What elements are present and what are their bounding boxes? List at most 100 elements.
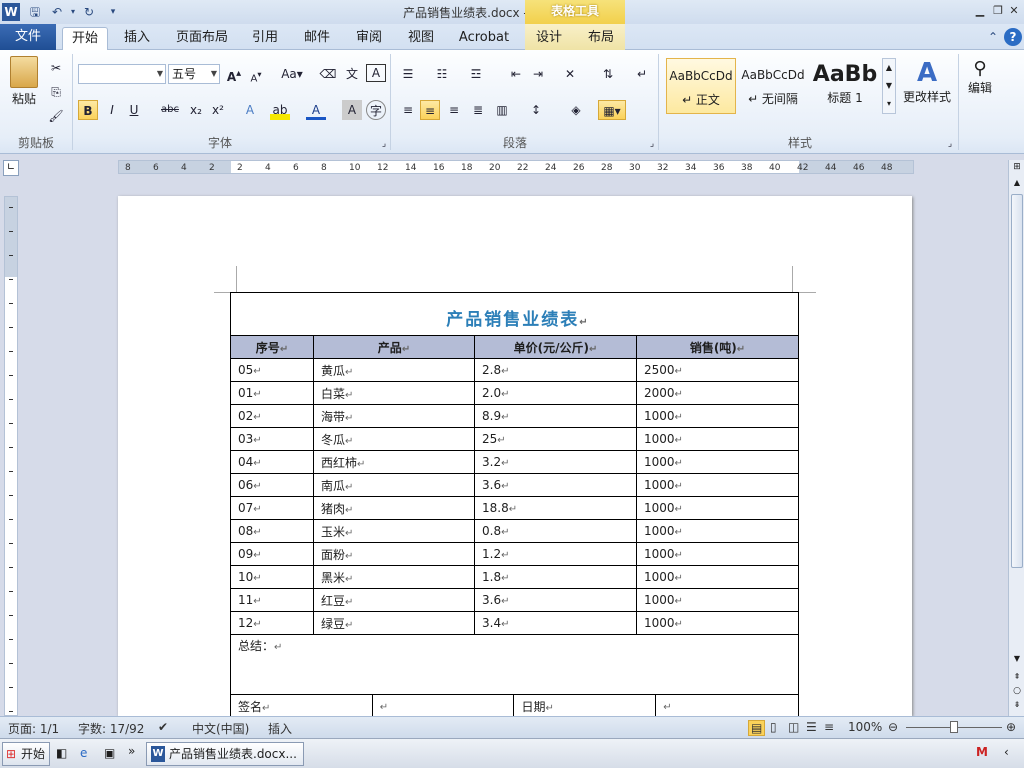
prev-page-icon[interactable]: ⇞ [1010, 672, 1024, 681]
cell-unit-price[interactable]: 3.6↵ [474, 473, 637, 497]
tab-insert[interactable]: 插入 [116, 27, 158, 50]
increase-indent-icon[interactable]: ⇥ [528, 64, 548, 84]
tab-design[interactable]: 设计 [528, 27, 570, 50]
style-normal[interactable]: AaBbCcDd ↵ 正文 [666, 58, 736, 114]
cell-sales[interactable]: 1000↵ [636, 427, 799, 451]
cell-product[interactable]: 面粉↵ [313, 542, 475, 566]
zoom-level[interactable]: 100% [848, 720, 882, 734]
cell-product[interactable]: 猪肉↵ [313, 496, 475, 520]
cell-id[interactable]: 01↵ [230, 381, 314, 405]
font-dialog-launcher-icon[interactable]: ⌟ [374, 134, 394, 154]
style-no-spacing[interactable]: AaBbCcDd ↵ 无间隔 [738, 58, 808, 114]
distribute-icon[interactable]: ▥ [492, 100, 512, 120]
tray-app-icon[interactable]: M [976, 745, 988, 759]
cell-id[interactable]: 11↵ [230, 588, 314, 612]
bullets-icon[interactable]: ☰ [398, 64, 418, 84]
phonetic-guide-icon[interactable]: 文 [342, 64, 362, 84]
change-styles-button[interactable]: A 更改样式 [900, 58, 954, 105]
proofing-icon[interactable]: ✔ [158, 720, 168, 734]
tab-selector[interactable]: ∟ [3, 160, 19, 176]
shading-icon[interactable]: ◈ [566, 100, 586, 120]
tab-layout[interactable]: 布局 [580, 27, 622, 50]
cell-unit-price[interactable]: 0.8↵ [474, 519, 637, 543]
cell-sales[interactable]: 1000↵ [636, 496, 799, 520]
cell-sales[interactable]: 1000↵ [636, 473, 799, 497]
decrease-indent-icon[interactable]: ⇤ [506, 64, 526, 84]
cell-id[interactable]: 03↵ [230, 427, 314, 451]
justify-icon[interactable]: ≣ [468, 100, 488, 120]
subscript-button[interactable]: x₂ [186, 100, 206, 120]
cell-unit-price[interactable]: 2.8↵ [474, 358, 637, 382]
table-title-cell[interactable]: 产品销售业绩表↵ [230, 292, 799, 336]
paragraph-dialog-launcher-icon[interactable]: ⌟ [642, 134, 662, 154]
cell-product[interactable]: 黄瓜↵ [313, 358, 475, 382]
cell-product[interactable]: 西红柿↵ [313, 450, 475, 474]
web-layout-icon[interactable]: ◫ [788, 720, 799, 734]
full-screen-reading-icon[interactable]: ▯ [770, 720, 777, 734]
cell-id[interactable]: 08↵ [230, 519, 314, 543]
zoom-in-icon[interactable]: ⊕ [1006, 720, 1016, 734]
help-icon[interactable]: ? [1004, 28, 1022, 46]
cell-sales[interactable]: 2000↵ [636, 381, 799, 405]
cell-id[interactable]: 04↵ [230, 450, 314, 474]
sign-value-cell[interactable]: ↵ [371, 695, 515, 719]
styles-gallery-scroll[interactable]: ▲ ▼ ▾ [882, 58, 896, 114]
zoom-out-icon[interactable]: ⊖ [888, 720, 898, 734]
cell-unit-price[interactable]: 3.2↵ [474, 450, 637, 474]
header-product[interactable]: 产品↵ [313, 335, 475, 359]
show-desktop-icon[interactable]: ◧ [56, 746, 67, 760]
header-sales[interactable]: 销售(吨)↵ [636, 335, 799, 359]
horizontal-ruler[interactable]: 8 6 4 2 2 4 6 8 10 12 14 16 18 20 22 24 26 28 30 32 34 36 38 40… [118, 160, 914, 174]
tab-file[interactable]: 文件 [0, 24, 56, 50]
cell-unit-price[interactable]: 2.0↵ [474, 381, 637, 405]
scroll-up-icon[interactable]: ▲ [1010, 178, 1024, 192]
character-border-icon[interactable]: A [366, 64, 386, 82]
numbering-icon[interactable]: ☷ [432, 64, 452, 84]
sort-icon[interactable]: ⇅ [598, 64, 618, 84]
header-id[interactable]: 序号↵ [230, 335, 314, 359]
date-value-cell[interactable]: ↵ [655, 695, 799, 719]
language[interactable]: 中文(中国) [192, 720, 249, 737]
print-layout-view-icon[interactable]: ▤ [748, 720, 766, 736]
taskbar-item-word[interactable]: W 产品销售业绩表.docx... [146, 742, 304, 766]
copy-icon[interactable]: ⎘ [46, 82, 66, 102]
cell-id[interactable]: 09↵ [230, 542, 314, 566]
sales-table[interactable]: 产品销售业绩表↵ 序号↵ 产品↵ 单价(元/公斤)↵ 销售(吨)↵ 05↵ 黄瓜↵… [230, 292, 800, 719]
cell-unit-price[interactable]: 3.4↵ [474, 611, 637, 635]
sign-label-cell[interactable]: 签名↵ [230, 695, 373, 719]
tray-expand-icon[interactable]: ‹ [1004, 745, 1009, 759]
cell-product[interactable]: 冬瓜↵ [313, 427, 475, 451]
font-name-combo[interactable]: ▼ [78, 64, 166, 84]
clear-format-icon[interactable]: ⌫ [318, 64, 338, 84]
cell-sales[interactable]: 1000↵ [636, 565, 799, 589]
tab-view[interactable]: 视图 [400, 27, 442, 50]
more-quicklaunch-icon[interactable]: » [128, 744, 135, 758]
ie-icon[interactable]: e [80, 746, 87, 760]
cell-sales[interactable]: 1000↵ [636, 611, 799, 635]
italic-button[interactable]: I [102, 100, 122, 120]
cell-unit-price[interactable]: 1.8↵ [474, 565, 637, 589]
tab-acrobat[interactable]: Acrobat [452, 27, 516, 50]
vertical-ruler[interactable] [4, 196, 18, 716]
highlight-icon[interactable]: ab [270, 100, 290, 120]
change-case-icon[interactable]: Aa▾ [278, 64, 306, 84]
cell-sales[interactable]: 1000↵ [636, 542, 799, 566]
paste-button[interactable]: 粘贴 [6, 54, 42, 114]
cell-unit-price[interactable]: 18.8↵ [474, 496, 637, 520]
cut-icon[interactable]: ✂ [46, 58, 66, 78]
cell-product[interactable]: 黑米↵ [313, 565, 475, 589]
cell-id[interactable]: 02↵ [230, 404, 314, 428]
collapse-ribbon-icon[interactable]: ⌃ [984, 28, 1002, 46]
align-left-icon[interactable]: ≡ [398, 100, 418, 120]
chinese-layout-icon[interactable]: ✕ [560, 64, 580, 84]
character-shading-icon[interactable]: A [342, 100, 362, 120]
next-page-icon[interactable]: ⇟ [1010, 700, 1024, 709]
cell-unit-price[interactable]: 1.2↵ [474, 542, 637, 566]
font-color-icon[interactable]: A [306, 100, 326, 120]
borders-icon[interactable]: ▦▾ [598, 100, 626, 120]
cell-sales[interactable]: 1000↵ [636, 450, 799, 474]
format-painter-icon[interactable]: 🖌 [46, 106, 66, 126]
enclose-characters-icon[interactable]: 字 [366, 100, 386, 120]
insert-mode[interactable]: 插入 [268, 720, 292, 737]
cell-product[interactable]: 南瓜↵ [313, 473, 475, 497]
